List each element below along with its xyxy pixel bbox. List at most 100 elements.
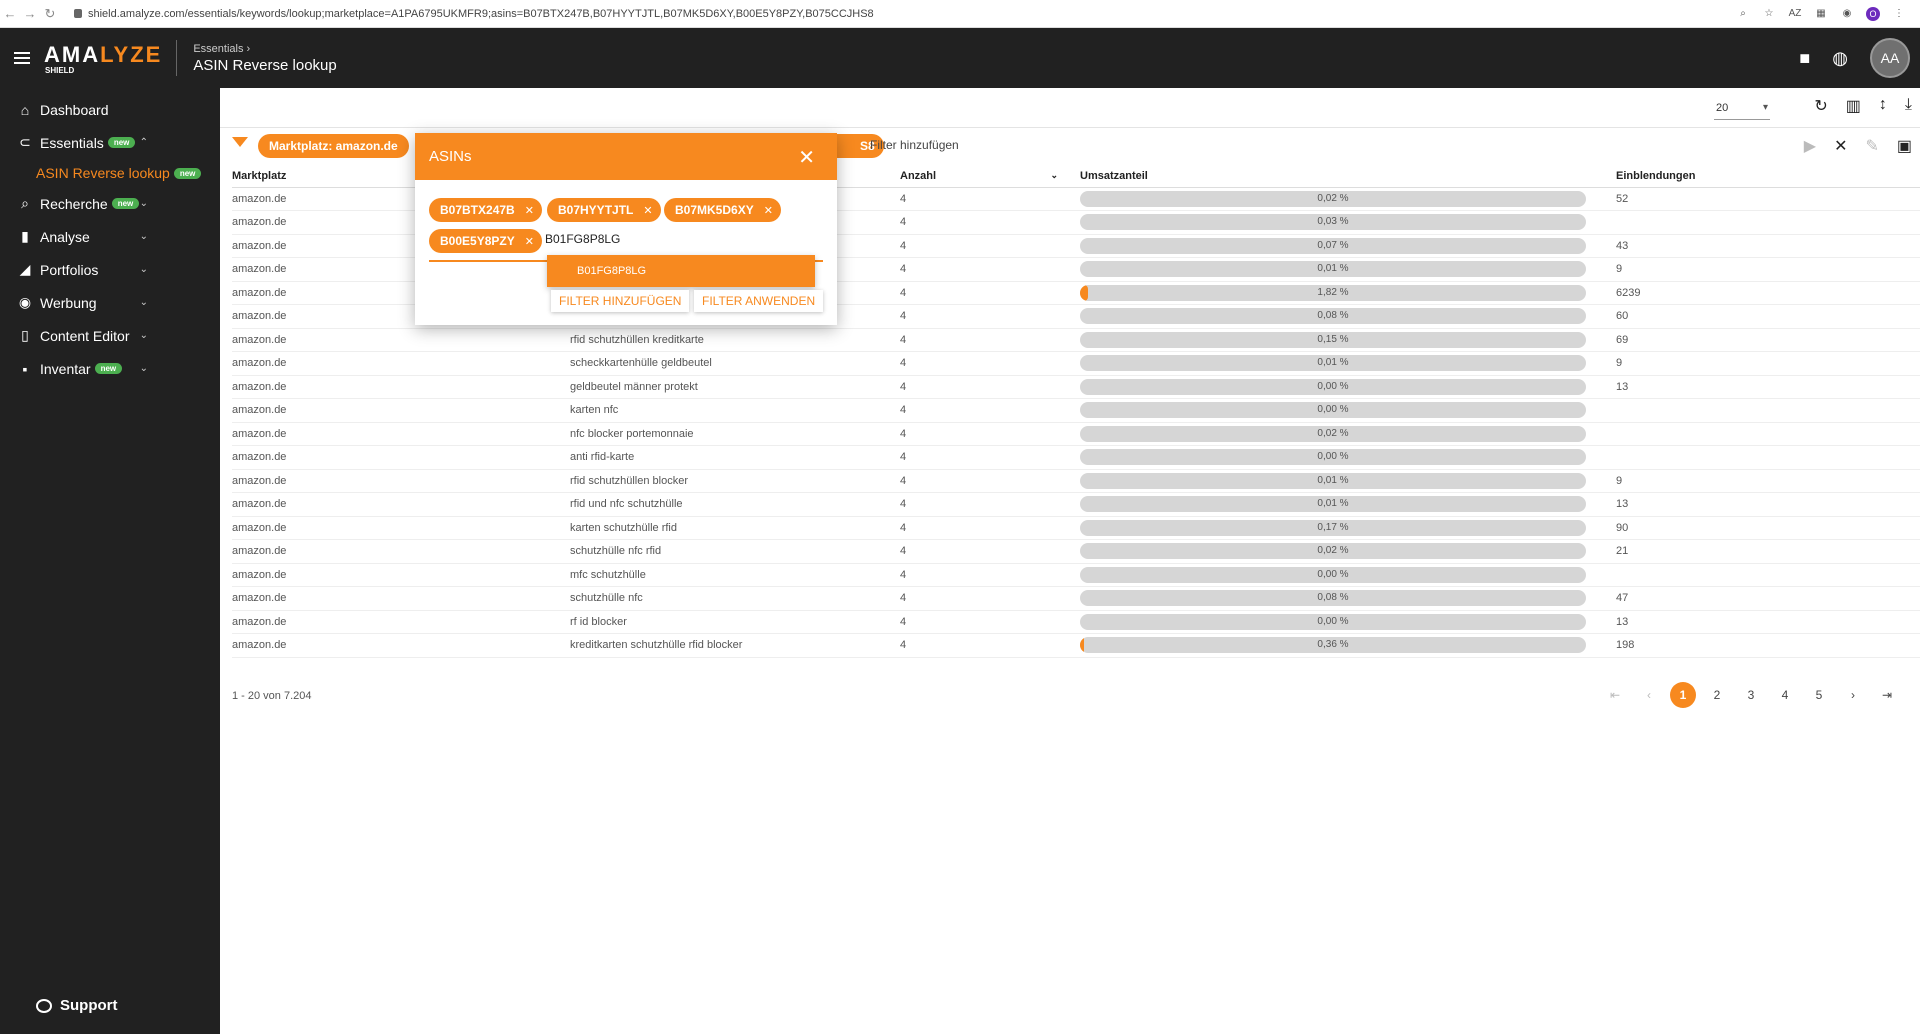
sidebar-item-werbung[interactable]: ◉ Werbung ⌄ bbox=[0, 286, 220, 319]
page-button-5[interactable]: 5 bbox=[1806, 682, 1832, 708]
menu-dots-icon[interactable]: ⋮ bbox=[1892, 7, 1906, 21]
add-filter-button[interactable]: FILTER HINZUFÜGEN bbox=[551, 290, 690, 312]
last-page-icon[interactable]: ⇥ bbox=[1874, 682, 1900, 708]
sidebar-item-portfolios[interactable]: ◢ Portfolios ⌄ bbox=[0, 253, 220, 286]
sidebar-item-dashboard[interactable]: ⌂ Dashboard bbox=[0, 93, 220, 126]
breadcrumb-parent[interactable]: Essentials › bbox=[193, 43, 336, 55]
extension-flag-icon[interactable]: ▦ bbox=[1814, 7, 1828, 21]
edit-icon[interactable]: ✎ bbox=[1865, 136, 1878, 156]
remove-chip-icon[interactable]: ✕ bbox=[525, 236, 534, 248]
table-row[interactable]: amazon.de schutzhülle nfc 4 0,08 % 47 bbox=[232, 586, 1920, 611]
sidebar-item-analyse[interactable]: ▮ Analyse ⌄ bbox=[0, 220, 220, 253]
prev-page-icon[interactable]: ‹ bbox=[1636, 682, 1662, 708]
eye-icon: ◉ bbox=[18, 294, 32, 310]
table-row[interactable]: amazon.de rf id blocker 4 0,00 % 13 bbox=[232, 610, 1920, 634]
share-bar: 0,00 % bbox=[1080, 378, 1586, 395]
share-label: 0,01 % bbox=[1317, 263, 1349, 275]
column-header-sales-share[interactable]: Umsatzanteil bbox=[1080, 165, 1616, 188]
page-button-4[interactable]: 4 bbox=[1772, 682, 1798, 708]
table-row[interactable]: amazon.de karten schutzhülle rfid 4 0,17 % 9… bbox=[232, 516, 1920, 540]
column-header-impressions[interactable]: Einblendungen bbox=[1616, 165, 1920, 188]
table-row[interactable]: amazon.de mfc schutzhülle 4 0,00 % bbox=[232, 563, 1920, 587]
extension-az-icon[interactable]: AZ bbox=[1788, 7, 1802, 21]
cell-count: 4 bbox=[900, 539, 1080, 564]
table-row[interactable]: amazon.de geldbeutel männer protekt 4 0,00 … bbox=[232, 375, 1920, 399]
cell-sales-share: 0,01 % bbox=[1080, 257, 1616, 282]
download-icon[interactable]: ⤓ bbox=[1905, 96, 1912, 116]
profile-icon[interactable]: O bbox=[1866, 6, 1880, 21]
sidebar-item-inventar[interactable]: ▪ Inventar new ⌄ bbox=[0, 352, 220, 385]
cell-keyword: rfid und nfc schutzhülle bbox=[570, 492, 900, 517]
star-icon[interactable]: ☆ bbox=[1762, 7, 1776, 21]
address-bar[interactable]: shield.amalyze.com/essentials/keywords/l… bbox=[74, 8, 1736, 20]
table-row[interactable]: amazon.de nfc blocker portemonnaie 4 0,02 % bbox=[232, 422, 1920, 446]
logo[interactable]: AMALYZE SHIELD bbox=[44, 42, 162, 75]
menu-icon[interactable] bbox=[14, 52, 30, 64]
remove-chip-icon[interactable]: ✕ bbox=[764, 205, 773, 217]
sidebar-item-asin-reverse-lookup[interactable]: ASIN Reverse lookup new bbox=[0, 159, 220, 187]
save-icon[interactable]: ▣ bbox=[1897, 136, 1912, 156]
remove-chip-icon[interactable]: ✕ bbox=[525, 205, 534, 217]
table-toolbar: 20 ▾ ↻ ▥ ↕ ⤓ bbox=[220, 88, 1920, 128]
asin-chip[interactable]: B07BTX247B ✕ bbox=[429, 198, 542, 222]
play-icon[interactable]: ▶ bbox=[1804, 136, 1816, 156]
clear-filter-icon[interactable]: ✕ bbox=[1834, 136, 1847, 156]
support-button[interactable]: Support bbox=[36, 997, 118, 1014]
sidebar-item-essentials[interactable]: ⊂ Essentials new ⌃ bbox=[0, 126, 220, 159]
table-row[interactable]: amazon.de anti rfid-karte 4 0,00 % bbox=[232, 445, 1920, 470]
cell-count: 4 bbox=[900, 257, 1080, 282]
avatar[interactable]: AA bbox=[1870, 38, 1910, 78]
cell-impressions: 6239 bbox=[1616, 281, 1920, 305]
table-row[interactable]: amazon.de rfid und nfc schutzhülle 4 0,01 %… bbox=[232, 492, 1920, 517]
table-row[interactable]: amazon.de schutzhülle nfc rfid 4 0,02 % 21 bbox=[232, 539, 1920, 564]
video-icon[interactable]: ■ bbox=[1799, 48, 1810, 69]
page-size-select[interactable]: 20 ▾ bbox=[1714, 96, 1770, 120]
table-row[interactable]: amazon.de scheckkartenhülle geldbeutel 4 0,… bbox=[232, 351, 1920, 376]
column-header-count[interactable]: Anzahl ⌄ bbox=[900, 165, 1080, 188]
sidebar-item-content-editor[interactable]: ▯ Content Editor ⌄ bbox=[0, 319, 220, 352]
cell-marketplace: amazon.de bbox=[232, 586, 570, 611]
columns-icon[interactable]: ▥ bbox=[1846, 96, 1861, 116]
page-button-2[interactable]: 2 bbox=[1704, 682, 1730, 708]
remove-chip-icon[interactable]: ✕ bbox=[643, 205, 652, 217]
asin-chip[interactable]: B07MK5D6XY ✕ bbox=[664, 198, 781, 222]
sort-chevron-icon[interactable]: ⌄ bbox=[1050, 170, 1058, 181]
back-icon[interactable]: ← bbox=[0, 6, 20, 21]
forward-icon[interactable]: → bbox=[20, 6, 40, 21]
close-icon[interactable]: ✕ bbox=[798, 145, 815, 170]
asin-input[interactable]: B01FG8P8LG bbox=[545, 232, 620, 246]
globe-icon[interactable]: ◍ bbox=[1832, 48, 1848, 69]
expand-icon[interactable]: ↕ bbox=[1879, 96, 1887, 116]
table-row[interactable]: amazon.de kreditkarten schutzhülle rfid b… bbox=[232, 633, 1920, 658]
chevron-down-icon: ⌄ bbox=[139, 363, 148, 374]
autocomplete-option[interactable]: B01FG8P8LG bbox=[547, 255, 815, 287]
browser-toolbar: ← → ↻ shield.amalyze.com/essentials/keyw… bbox=[0, 0, 1920, 28]
cell-impressions: 60 bbox=[1616, 304, 1920, 329]
extension-shield-icon[interactable]: ◉ bbox=[1840, 7, 1854, 21]
reload-icon[interactable]: ↻ bbox=[40, 6, 60, 22]
chevron-down-icon: ⌄ bbox=[139, 198, 148, 209]
next-page-icon[interactable]: › bbox=[1840, 682, 1866, 708]
asin-chip[interactable]: B00E5Y8PZY ✕ bbox=[429, 229, 542, 253]
cell-impressions: 21 bbox=[1616, 539, 1920, 564]
marketplace-filter-chip[interactable]: Marktplatz: amazon.de bbox=[258, 134, 409, 158]
cell-impressions: 69 bbox=[1616, 328, 1920, 352]
table-row[interactable]: amazon.de karten nfc 4 0,00 % bbox=[232, 398, 1920, 423]
cell-keyword: geldbeutel männer protekt bbox=[570, 375, 900, 399]
zoom-icon[interactable]: ⌕ bbox=[1736, 7, 1750, 21]
sidebar-item-label: Content Editor bbox=[40, 327, 130, 344]
first-page-icon[interactable]: ⇤ bbox=[1602, 682, 1628, 708]
cell-keyword: karten schutzhülle rfid bbox=[570, 516, 900, 540]
sidebar-item-recherche[interactable]: ⌕ Recherche new ⌄ bbox=[0, 187, 220, 220]
page-button-1[interactable]: 1 bbox=[1670, 682, 1696, 708]
refresh-icon[interactable]: ↻ bbox=[1814, 96, 1827, 116]
add-filter-link[interactable]: Filter hinzufügen bbox=[870, 138, 959, 152]
asin-chip[interactable]: B07HYYTJTL ✕ bbox=[547, 198, 661, 222]
table-row[interactable]: amazon.de rfid schutzhüllen blocker 4 0,01 … bbox=[232, 469, 1920, 493]
cell-impressions: 9 bbox=[1616, 351, 1920, 376]
apply-filter-button[interactable]: FILTER ANWENDEN bbox=[694, 290, 824, 312]
page-button-3[interactable]: 3 bbox=[1738, 682, 1764, 708]
filter-icon[interactable] bbox=[232, 137, 248, 147]
url-text[interactable]: shield.amalyze.com/essentials/keywords/l… bbox=[88, 8, 874, 20]
table-row[interactable]: amazon.de rfid schutzhüllen kreditkarte 4 0… bbox=[232, 328, 1920, 352]
